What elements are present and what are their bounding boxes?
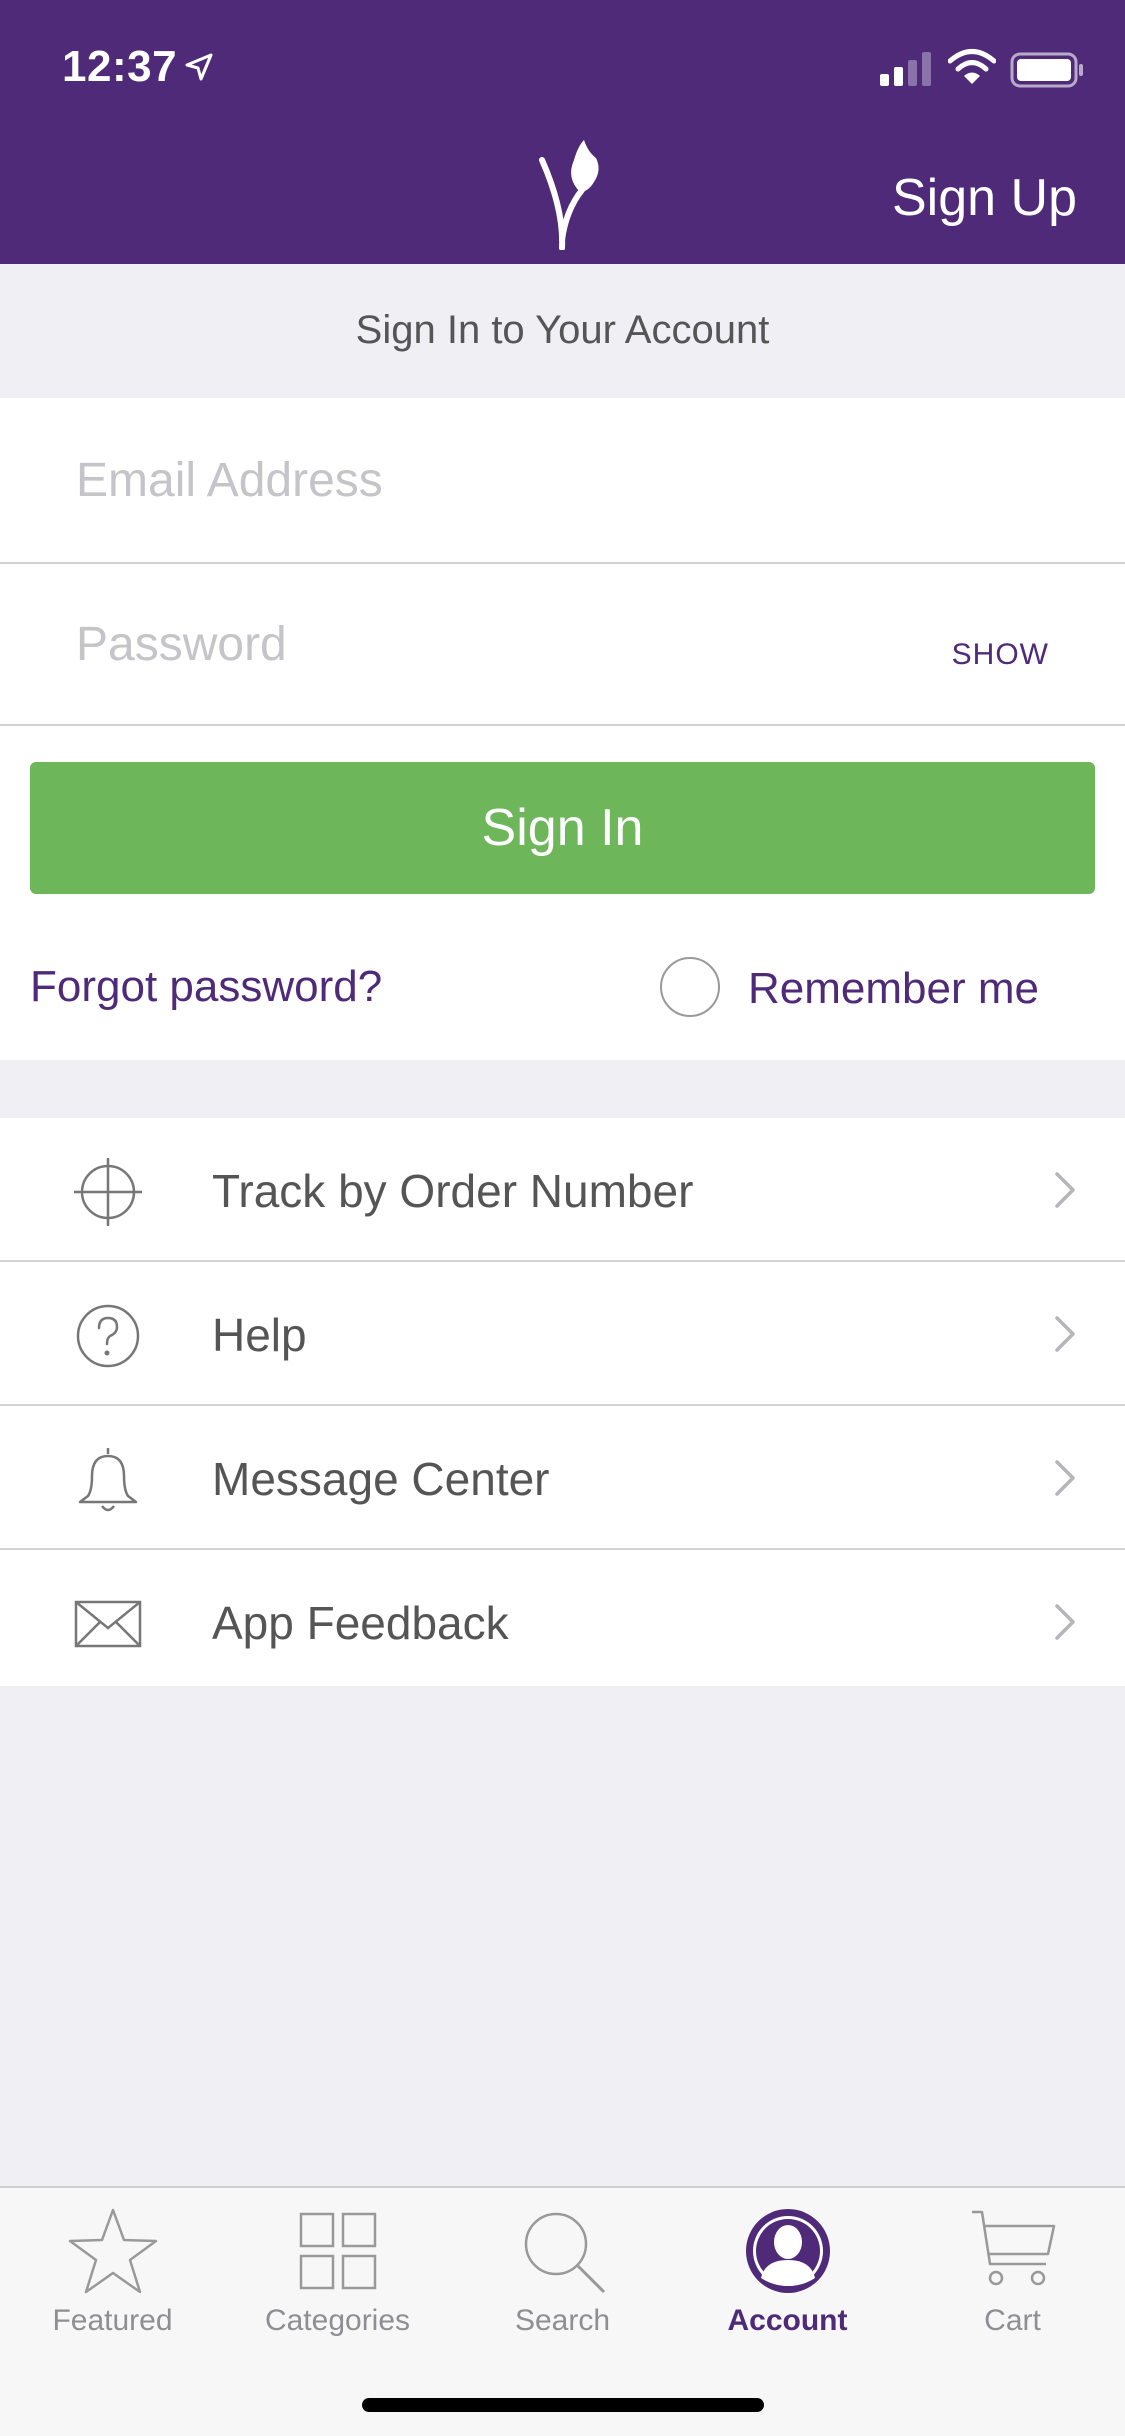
brand-logo [539,140,599,250]
cart-icon [971,2210,1055,2286]
sign-in-button[interactable]: Sign In [30,762,1095,894]
menu-item-message-center[interactable]: Message Center [0,1406,1125,1550]
tab-cart[interactable]: Cart [900,2206,1125,2338]
menu-item-label: Message Center [212,1453,550,1505]
tab-label: Featured [52,2304,173,2337]
tab-label: Categories [264,2304,411,2337]
tab-account[interactable]: Account [675,2206,900,2338]
sign-in-form: SHOW Sign In Forgot password? Remember m… [0,398,1125,1060]
bell-icon [78,1448,138,1512]
account-icon [745,2209,830,2293]
tab-label: Cart [984,2304,1041,2337]
tab-label: Account [727,2304,848,2337]
wifi-icon [948,49,996,84]
remember-me-label[interactable]: Remember me [748,964,1039,1014]
menu-item-help[interactable]: Help [0,1262,1125,1406]
tab-featured[interactable]: Featured [0,2206,225,2338]
star-icon [68,2208,157,2294]
menu-item-track-order[interactable]: Track by Order Number [0,1118,1125,1262]
chevron-right-icon [1055,1604,1075,1640]
menu-item-label: Track by Order Number [212,1165,694,1217]
menu-item-label: Help [212,1309,307,1361]
sign-up-link[interactable]: Sign Up [892,168,1077,228]
grid-icon [299,2212,376,2290]
page-title: Sign In to Your Account [355,308,770,352]
chevron-right-icon [1055,1172,1075,1208]
email-row [0,398,1125,564]
question-icon [76,1304,140,1368]
chevron-right-icon [1055,1316,1075,1352]
show-password-button[interactable]: SHOW [952,638,1049,672]
password-field[interactable] [76,612,896,676]
crosshair-icon [74,1158,142,1226]
remember-me-radio[interactable] [660,957,720,1017]
account-menu: Track by Order Number Help Message Cente… [0,1118,1125,1686]
menu-item-app-feedback[interactable]: App Feedback [0,1550,1125,1686]
envelope-icon [74,1600,142,1648]
email-field[interactable] [76,448,896,512]
tab-label: Search [514,2304,611,2337]
forgot-password-link[interactable]: Forgot password? [30,962,382,1012]
menu-item-label: App Feedback [212,1597,509,1649]
status-time: 12:37 [62,42,178,91]
location-arrow-icon [185,53,213,81]
app-header: 12:37 Sign Up [0,0,1125,264]
tab-search[interactable]: Search [450,2206,675,2338]
chevron-right-icon [1055,1460,1075,1496]
cellular-signal-icon [880,52,931,86]
search-icon [524,2212,605,2294]
home-indicator[interactable] [362,2398,764,2412]
tab-categories[interactable]: Categories [225,2206,450,2338]
battery-icon [1010,52,1083,88]
